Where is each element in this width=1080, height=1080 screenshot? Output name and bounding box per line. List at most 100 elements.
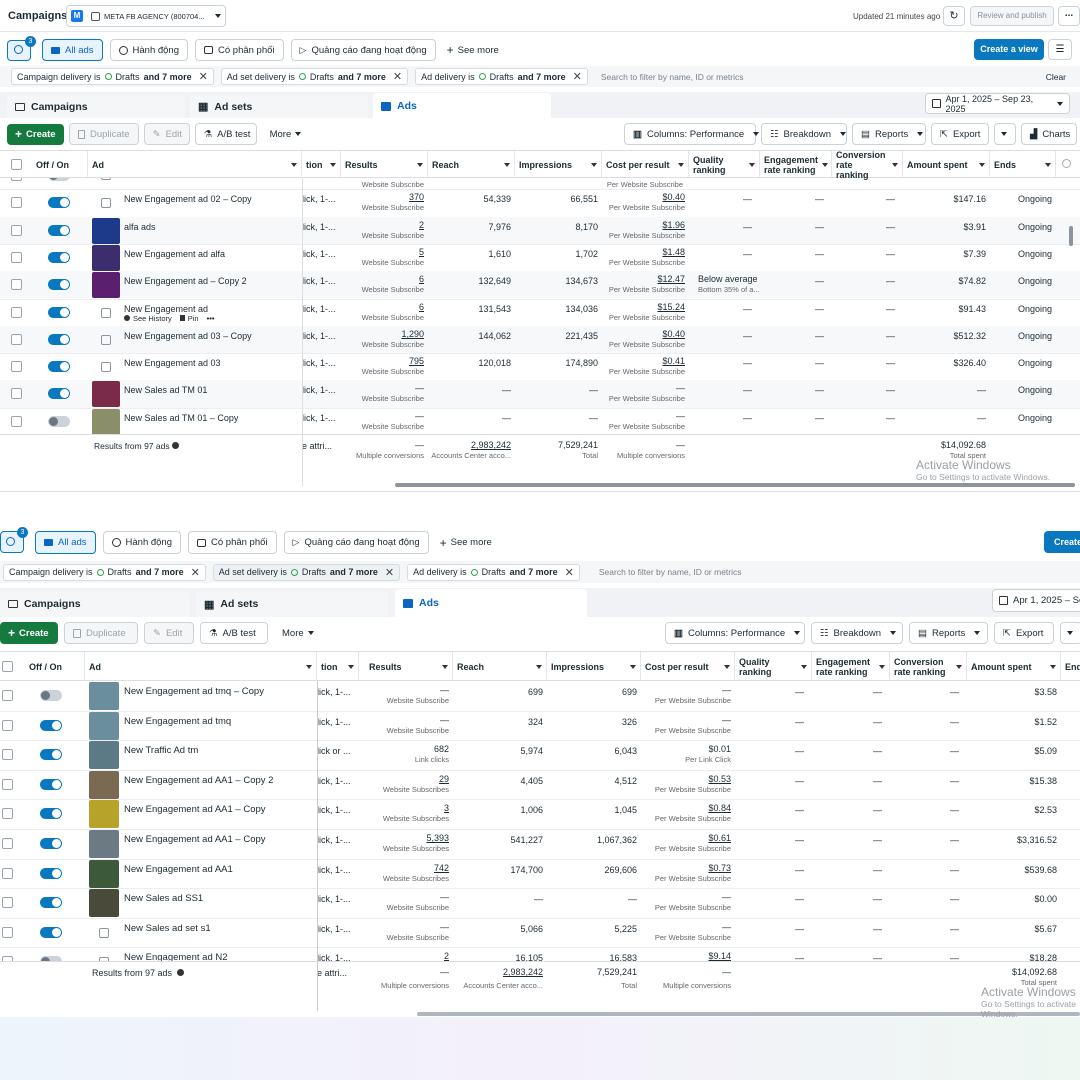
see-more-button[interactable]: + See more (447, 43, 499, 57)
breakdown-button[interactable]: ☷ Breakdown (761, 123, 847, 145)
tab-ad-sets[interactable]: ▦ Ad sets (190, 95, 368, 118)
delivery-toggle[interactable] (48, 224, 70, 236)
tab-ad-sets[interactable]: ▦ Ad sets (196, 591, 388, 617)
clear-filters-link[interactable]: Clear (1046, 72, 1066, 82)
vertical-scrollbar[interactable] (1069, 226, 1073, 246)
pin-link[interactable]: Pin (188, 314, 199, 323)
table-row[interactable]: New Engagement ad See History Pin ••• lick, … (0, 299, 1080, 326)
filter-search-input[interactable]: Search to filter by name, ID or metrics (599, 567, 742, 577)
delivery-toggle[interactable] (40, 838, 62, 849)
row-checkbox[interactable] (2, 838, 13, 849)
breakdown-button[interactable]: ☷ Breakdown (811, 622, 903, 644)
ab-test-button[interactable]: ⚗ A/B test (200, 622, 268, 644)
ad-name[interactable]: New Engagement ad (124, 304, 208, 314)
create-view-button[interactable]: Create (1044, 531, 1080, 553)
delivery-toggle[interactable] (48, 361, 70, 373)
table-row[interactable]: New Engagement ad 02 – Copy lick, 1-... 37… (0, 189, 1080, 216)
header-ad[interactable]: Ad (88, 151, 302, 178)
header-off-on[interactable]: Off / On (32, 151, 88, 178)
create-button[interactable]: + Create (7, 123, 64, 145)
search-button[interactable]: 3 (0, 527, 28, 553)
export-dropdown[interactable] (1060, 622, 1080, 644)
row-checkbox[interactable] (11, 251, 22, 263)
table-row[interactable]: New Engagement ad 02 – Copy 2Website Sub… (0, 178, 1080, 189)
table-row[interactable]: New Traffic Ad tm lick or ... 682 Link clic… (0, 740, 1080, 770)
table-row[interactable]: New Engagement ad 03 lick, 1-... 795 Websit… (0, 353, 1080, 380)
filter-search-input[interactable]: Search to filter by name, ID or metrics (601, 72, 744, 82)
ad-name[interactable]: New Sales ad SS1 (124, 893, 203, 904)
row-checkbox[interactable] (2, 867, 13, 879)
row-checkbox[interactable] (11, 178, 22, 181)
delivery-toggle[interactable] (40, 808, 62, 820)
review-publish-button[interactable]: Review and publish (970, 6, 1054, 26)
ad-name[interactable]: New Engagement ad AA1 – Copy (124, 804, 266, 815)
filter-campaign-delivery[interactable]: Campaign delivery is Drafts and 7 more ✕ (3, 563, 206, 581)
table-row[interactable]: New Engagement ad – Copy 2 lick, 1-... 6 We… (0, 271, 1080, 299)
header-attribution[interactable]: tion (317, 652, 359, 681)
reports-button[interactable]: ▤ Reports (909, 622, 988, 644)
delivery-toggle[interactable] (40, 690, 62, 701)
date-range-picker[interactable]: Apr 1, 2025 – Se (992, 589, 1080, 612)
more-options-button[interactable]: ... (1058, 6, 1080, 26)
delivery-toggle[interactable] (40, 778, 62, 790)
row-checkbox[interactable] (11, 279, 22, 291)
row-checkbox[interactable] (2, 778, 13, 790)
tab-ads[interactable]: Ads (395, 589, 587, 617)
reports-button[interactable]: ▤ Reports (852, 123, 926, 145)
filter-adset-delivery[interactable]: Ad set delivery is Drafts and 7 more ✕ (212, 563, 401, 581)
more-actions-button[interactable]: More (274, 622, 322, 644)
edit-button[interactable]: ✎ Edit (143, 123, 190, 145)
ad-name[interactable]: New Engagement ad 02 – Copy (124, 194, 252, 204)
ad-name[interactable]: New Engagement ad tmq – Copy (124, 686, 264, 697)
header-quality-ranking[interactable]: Quality ranking (735, 652, 812, 681)
view-co-phan-phoi[interactable]: Có phân phối (188, 531, 277, 554)
header-results[interactable]: Results (341, 151, 428, 178)
filter-ad-delivery[interactable]: Ad delivery is Drafts and 7 more ✕ (407, 563, 580, 581)
header-results[interactable]: Results (359, 652, 453, 681)
ad-name[interactable]: New Engagement ad – Copy 2 (124, 276, 247, 286)
delivery-toggle[interactable] (40, 897, 62, 909)
view-hanh-dong[interactable]: Hành động (102, 531, 181, 554)
column-settings-icon[interactable] (1062, 159, 1071, 168)
see-history-link[interactable]: See History (133, 314, 172, 323)
table-row[interactable]: New Engagement ad 03 – Copy lick, 1-... 1,… (0, 325, 1080, 354)
ad-name[interactable]: New Engagement ad AA1 – Copy (124, 834, 266, 845)
row-checkbox[interactable] (11, 415, 22, 427)
delivery-toggle[interactable] (48, 197, 70, 209)
close-icon[interactable]: ✕ (191, 566, 200, 579)
ad-name[interactable]: New Engagement ad alfa (124, 249, 225, 259)
header-amount-spent[interactable]: Amount spent (967, 652, 1061, 681)
table-row[interactable]: New Engagement ad tmq – Copy lick, 1-... —… (0, 681, 1080, 711)
ad-name[interactable]: New Engagement ad N2 (124, 952, 228, 961)
select-all-checkbox[interactable] (11, 159, 22, 170)
filter-ad-delivery[interactable]: Ad delivery is Drafts and 7 more ✕ (415, 68, 588, 85)
header-conversion-ranking[interactable]: Conversion rate ranking (832, 150, 903, 180)
row-checkbox[interactable] (11, 197, 22, 209)
columns-button[interactable]: ▥ Columns: Performance (665, 622, 805, 644)
search-button[interactable]: 3 (7, 36, 36, 61)
header-cost-per-result[interactable]: Cost per result (602, 151, 689, 178)
close-icon[interactable]: ✕ (385, 566, 394, 579)
ad-name[interactable]: New Sales ad TM 01 (124, 385, 207, 395)
close-icon[interactable]: ✕ (565, 566, 574, 579)
ad-name[interactable]: New Traffic Ad tm (124, 745, 198, 756)
table-row[interactable]: New Sales ad TM 01 – Copy lick, 1-... — Web… (0, 408, 1080, 434)
ad-name[interactable]: alfa ads (124, 222, 156, 232)
table-row[interactable]: New Engagement ad AA1 – Copy lick, 1-... 5… (0, 829, 1080, 859)
table-row[interactable]: New Engagement ad AA1 lick, 1-... 742 Websi… (0, 859, 1080, 889)
header-ends[interactable]: End (1061, 652, 1080, 681)
row-checkbox[interactable] (2, 690, 13, 701)
table-row[interactable]: New Engagement ad tmq lick, 1-... — Website… (0, 711, 1080, 741)
ab-test-button[interactable]: ⚗ A/B test (194, 123, 257, 145)
header-ends[interactable]: Ends (990, 151, 1056, 178)
header-impressions[interactable]: Impressions (547, 652, 641, 681)
close-icon[interactable]: ✕ (393, 70, 402, 83)
header-off-on[interactable]: Off / On (25, 652, 85, 681)
export-button[interactable]: ⇱ Export (994, 622, 1054, 644)
header-ad[interactable]: Ad (85, 652, 317, 681)
ad-name[interactable]: New Sales ad set s1 (124, 923, 211, 934)
ad-name[interactable]: New Engagement ad tmq (124, 716, 231, 727)
table-row[interactable]: alfa ads lick, 1-... 2 Website Subscribe 7,9… (0, 216, 1080, 244)
see-more-button[interactable]: + See more (440, 536, 492, 550)
table-row[interactable]: New Engagement ad AA1 – Copy lick, 1-... 3… (0, 799, 1080, 829)
